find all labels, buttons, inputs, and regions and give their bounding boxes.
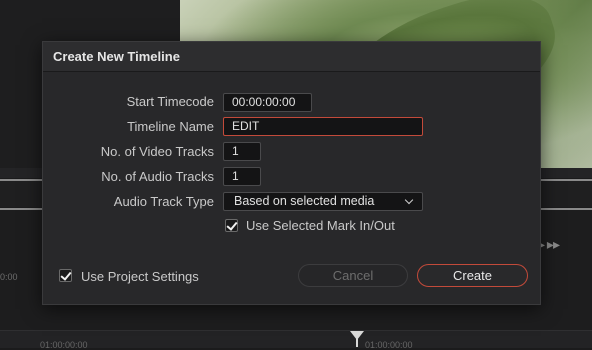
cancel-button[interactable]: Cancel (298, 264, 408, 287)
timeline-name-label: Timeline Name (127, 119, 214, 134)
dialog-title: Create New Timeline (53, 49, 180, 64)
audio-track-type-select[interactable]: Based on selected media (223, 192, 423, 211)
start-timecode-label: Start Timecode (126, 94, 214, 109)
audio-track-type-value: Based on selected media (234, 194, 375, 208)
playhead-line (356, 338, 358, 347)
dialog-header: Create New Timeline (43, 42, 540, 72)
create-new-timeline-dialog: Create New Timeline Start Timecode 00:00… (42, 41, 541, 305)
use-selected-mark-label: Use Selected Mark In/Out (246, 218, 395, 233)
ruler-timecode-left: 01:00:00:00 (40, 340, 88, 350)
audio-tracks-input[interactable]: 1 (223, 167, 261, 186)
use-project-settings-checkbox[interactable] (59, 269, 72, 282)
fast-forward-icon[interactable]: ▸ ▸▸ (538, 236, 560, 253)
checkmark-icon (226, 219, 238, 231)
timeline-name-input[interactable]: EDIT (223, 117, 423, 136)
audio-tracks-label: No. of Audio Tracks (101, 169, 214, 184)
start-timecode-input[interactable]: 00:00:00:00 (223, 93, 312, 112)
use-selected-mark-checkbox[interactable] (225, 219, 238, 232)
timeline-ruler[interactable] (0, 330, 592, 348)
checkmark-icon (60, 269, 72, 281)
timeline-timecode-left: 0:00 (0, 272, 18, 282)
ruler-timecode-right: 01:00:00:00 (365, 340, 413, 350)
video-tracks-label: No. of Video Tracks (100, 144, 214, 159)
create-button[interactable]: Create (417, 264, 528, 287)
video-tracks-input[interactable]: 1 (223, 142, 261, 161)
audio-track-type-label: Audio Track Type (113, 194, 214, 209)
chevron-down-icon (404, 195, 414, 205)
use-project-settings-label: Use Project Settings (81, 269, 199, 284)
